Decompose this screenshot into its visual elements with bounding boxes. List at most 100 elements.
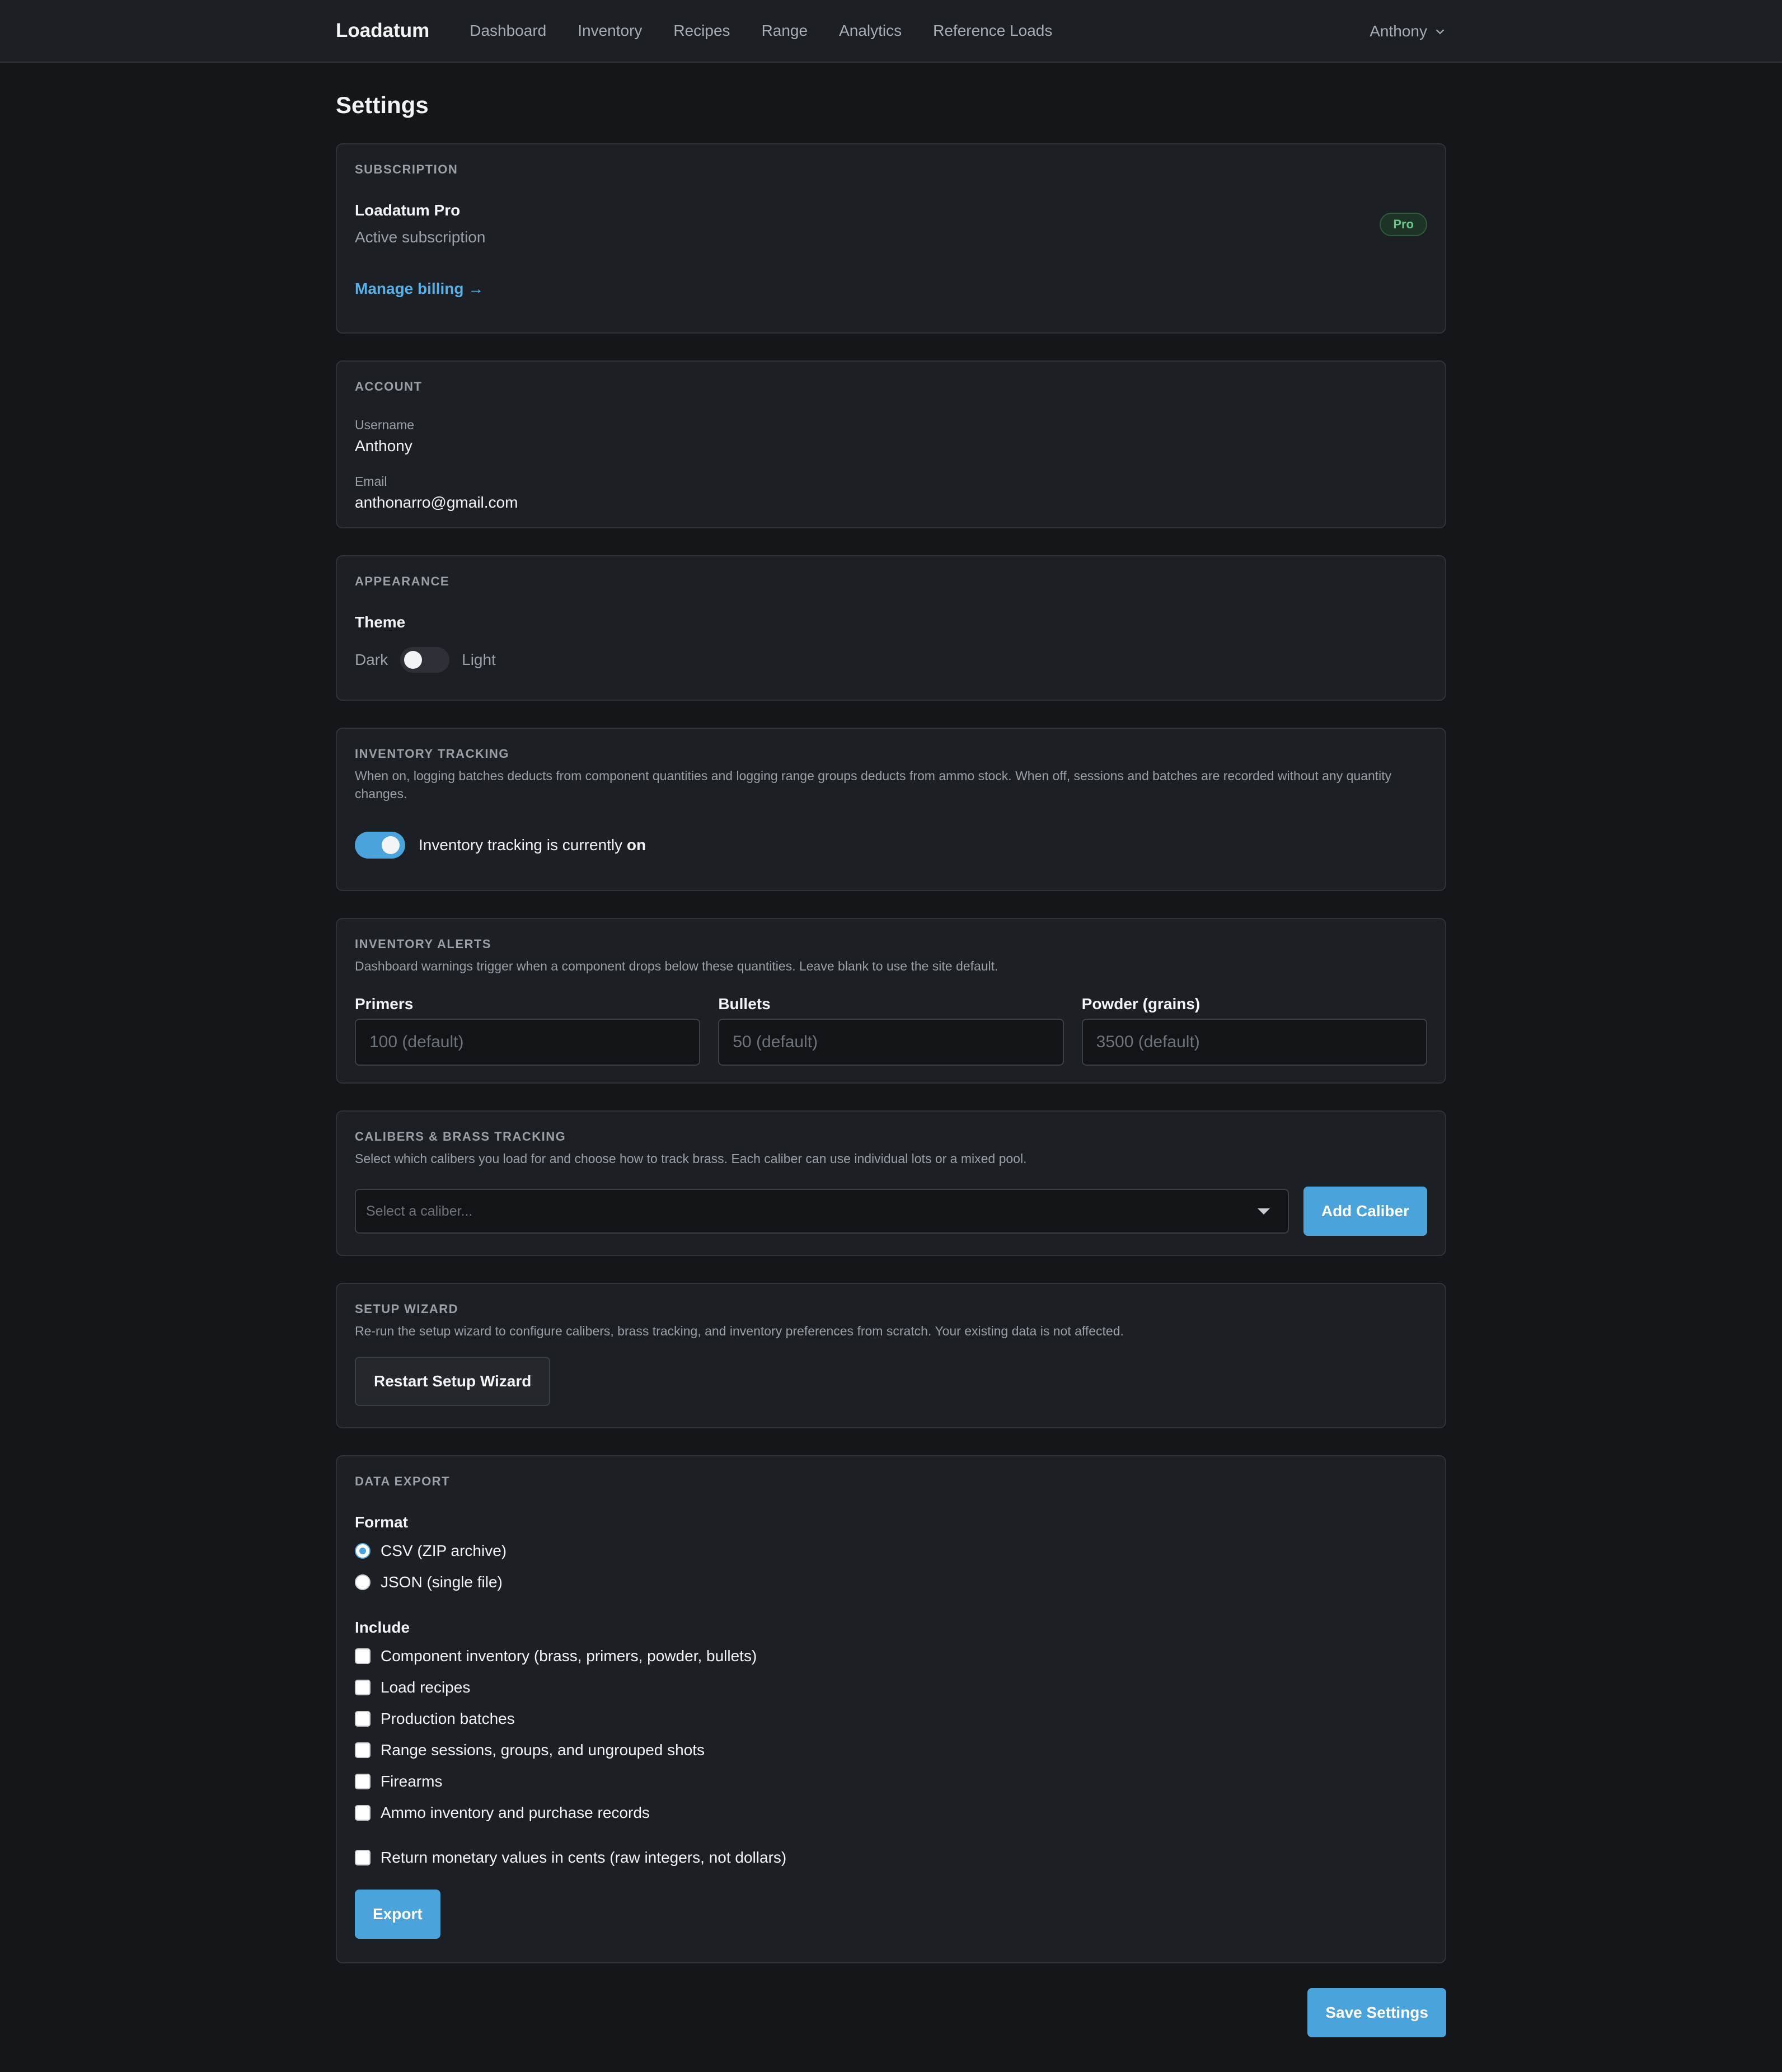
nav-link-range[interactable]: Range [762, 22, 808, 40]
bullets-threshold-input[interactable] [718, 1019, 1064, 1066]
field-label: Powder (grains) [1081, 995, 1200, 1012]
section-label: Appearance [355, 574, 450, 588]
inventory-tracking-toggle[interactable] [355, 832, 405, 859]
data-export-card: Data Export Format CSV (ZIP archive) JSO… [336, 1455, 1446, 1963]
tracking-row: Inventory tracking is currently on [355, 832, 1427, 859]
theme-title: Theme [355, 613, 406, 631]
inventory-alerts-card: Inventory Alerts Dashboard warnings trig… [336, 918, 1446, 1084]
caliber-row: Select a caliber... Add Caliber [355, 1187, 1427, 1236]
nav-link-inventory[interactable]: Inventory [578, 22, 642, 40]
powder-threshold-input[interactable] [1081, 1019, 1427, 1066]
username-label: Username [355, 418, 415, 432]
radio-button[interactable] [355, 1543, 371, 1559]
pro-badge: Pro [1380, 213, 1427, 236]
section-label: Inventory Tracking [355, 747, 509, 761]
section-description: Select which calibers you load for and c… [355, 1151, 1027, 1166]
option-label: Component inventory (brass, primers, pow… [381, 1647, 757, 1665]
primers-threshold-input[interactable] [355, 1019, 701, 1066]
tracking-status-text: Inventory tracking is currently on [419, 836, 646, 854]
chevron-down-icon [1436, 29, 1445, 35]
theme-toggle[interactable] [400, 647, 450, 673]
option-label: Production batches [381, 1710, 515, 1727]
save-row: Save Settings [336, 1988, 1446, 2037]
section-description: Dashboard warnings trigger when a compon… [355, 959, 998, 973]
section-label: Account [355, 379, 423, 393]
section-label: Data Export [355, 1474, 451, 1488]
field-label: Bullets [718, 995, 771, 1012]
include-option[interactable]: Production batches [355, 1709, 1427, 1728]
theme-light-label: Light [462, 651, 496, 668]
format-title: Format [355, 1513, 408, 1531]
manage-billing-link[interactable]: Manage billing → [355, 280, 484, 298]
caliber-select[interactable]: Select a caliber... [355, 1189, 1289, 1234]
include-option[interactable]: Component inventory (brass, primers, pow… [355, 1647, 1427, 1666]
tracking-status-value: on [626, 836, 646, 854]
subscription-status: Active subscription [355, 228, 486, 246]
checkbox[interactable] [355, 1680, 371, 1695]
email-value: anthonarro@gmail.com [355, 494, 518, 511]
nav-link-analytics[interactable]: Analytics [839, 22, 902, 40]
include-option[interactable]: Range sessions, groups, and ungrouped sh… [355, 1741, 1427, 1760]
toggle-knob [382, 836, 400, 854]
alert-field-bullets: Bullets [718, 995, 1064, 1066]
tracking-status-prefix: Inventory tracking is currently [419, 836, 627, 854]
checkbox[interactable] [355, 1805, 371, 1821]
setup-wizard-card: Setup Wizard Re-run the setup wizard to … [336, 1283, 1446, 1428]
section-description: When on, logging batches deducts from co… [355, 768, 1392, 801]
nav-links: Dashboard Inventory Recipes Range Analyt… [470, 22, 1052, 40]
toggle-knob [404, 651, 423, 669]
settings-main: Settings Subscription Loadatum Pro Activ… [336, 63, 1446, 2037]
theme-dark-label: Dark [355, 651, 388, 668]
user-name: Anthony [1370, 22, 1427, 40]
user-menu[interactable]: Anthony [1370, 0, 1446, 63]
option-label: Load recipes [381, 1679, 471, 1696]
option-label: Ammo inventory and purchase records [381, 1804, 650, 1821]
theme-row: Dark Light [355, 647, 1427, 676]
option-label: Range sessions, groups, and ungrouped sh… [381, 1741, 705, 1759]
nav-link-dashboard[interactable]: Dashboard [470, 22, 546, 40]
checkbox[interactable] [355, 1711, 371, 1727]
account-card: Account Username Anthony Email anthonarr… [336, 360, 1446, 528]
save-settings-button[interactable]: Save Settings [1307, 1988, 1446, 2037]
nav-link-recipes[interactable]: Recipes [673, 22, 730, 40]
export-button[interactable]: Export [355, 1890, 440, 1939]
subscription-plan: Loadatum Pro [355, 201, 461, 219]
include-option[interactable]: Firearms [355, 1772, 1427, 1791]
checkbox[interactable] [355, 1648, 371, 1664]
restart-wizard-button[interactable]: Restart Setup Wizard [355, 1357, 551, 1406]
top-nav: Loadatum Dashboard Inventory Recipes Ran… [0, 0, 1782, 63]
section-label: Calibers & Brass Tracking [355, 1129, 566, 1143]
calibers-card: Calibers & Brass Tracking Select which c… [336, 1110, 1446, 1256]
cents-option[interactable]: Return monetary values in cents (raw int… [355, 1848, 1427, 1867]
caret-down-icon [1257, 1208, 1270, 1215]
alert-field-powder: Powder (grains) [1081, 995, 1427, 1066]
include-option[interactable]: Ammo inventory and purchase records [355, 1803, 1427, 1822]
brand-logo[interactable]: Loadatum [336, 20, 429, 42]
section-label: Setup Wizard [355, 1302, 459, 1316]
email-label: Email [355, 474, 387, 489]
page-title: Settings [336, 92, 429, 118]
nav-link-reference-loads[interactable]: Reference Loads [933, 22, 1052, 40]
include-title: Include [355, 1619, 410, 1636]
include-option[interactable]: Load recipes [355, 1678, 1427, 1697]
field-label: Primers [355, 995, 414, 1012]
option-label: JSON (single file) [381, 1573, 503, 1591]
appearance-card: Appearance Theme Dark Light [336, 555, 1446, 701]
radio-button[interactable] [355, 1574, 371, 1590]
alerts-grid: Primers Bullets Powder (grains) [355, 995, 1427, 1066]
checkbox[interactable] [355, 1742, 371, 1758]
format-option-csv[interactable]: CSV (ZIP archive) [355, 1541, 1427, 1560]
checkbox[interactable] [355, 1850, 371, 1865]
section-description: Re-run the setup wizard to configure cal… [355, 1324, 1124, 1338]
option-label: CSV (ZIP archive) [381, 1542, 507, 1559]
add-caliber-button[interactable]: Add Caliber [1303, 1187, 1427, 1236]
username-value: Anthony [355, 437, 412, 454]
format-option-json[interactable]: JSON (single file) [355, 1573, 1427, 1592]
subscription-card: Subscription Loadatum Pro Active subscri… [336, 143, 1446, 334]
alert-field-primers: Primers [355, 995, 701, 1066]
select-placeholder: Select a caliber... [366, 1203, 473, 1219]
option-label: Firearms [381, 1773, 443, 1790]
checkbox[interactable] [355, 1774, 371, 1789]
option-label: Return monetary values in cents (raw int… [381, 1849, 787, 1866]
inventory-tracking-card: Inventory Tracking When on, logging batc… [336, 728, 1446, 891]
